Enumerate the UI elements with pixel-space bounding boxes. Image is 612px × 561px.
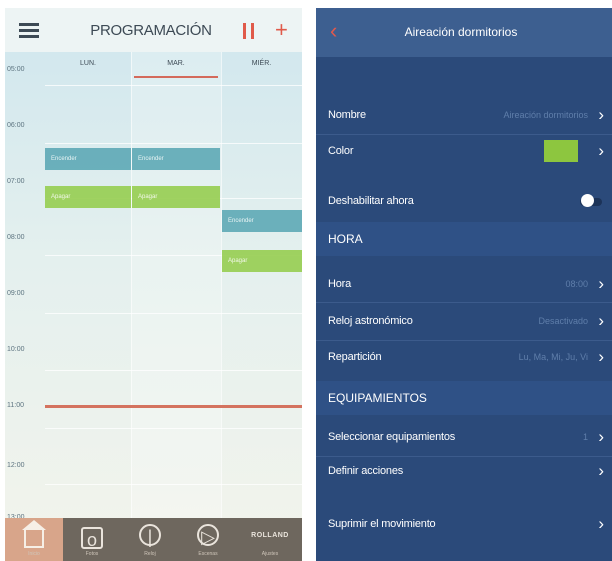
back-chevron-icon[interactable]: ‹ bbox=[330, 18, 337, 44]
row-nombre[interactable]: Nombre Aireación dormitorios › bbox=[316, 98, 612, 134]
day-column-mar[interactable]: MAR. bbox=[131, 52, 221, 518]
time-label: 07:00 bbox=[7, 178, 25, 185]
tab-label: Ajustes bbox=[261, 551, 279, 557]
schedule-event[interactable]: Apagar bbox=[132, 186, 220, 208]
hamburger-menu-icon[interactable] bbox=[19, 23, 39, 38]
section-title: HORA bbox=[328, 232, 363, 246]
hour-gridline bbox=[45, 143, 302, 144]
row-suprimir-movimiento[interactable]: Suprimir el movimiento › bbox=[316, 507, 612, 543]
row-label: Definir acciones bbox=[328, 465, 404, 477]
tab-fotos[interactable]: o Fotos bbox=[63, 518, 121, 561]
time-axis: 05:00 06:00 07:00 08:00 09:00 10:00 11:0… bbox=[5, 52, 45, 521]
time-label: 05:00 bbox=[7, 66, 25, 73]
home-icon-body bbox=[24, 530, 44, 548]
hour-gridline bbox=[45, 484, 302, 485]
header-bar: PROGRAMACIÓN + bbox=[5, 8, 302, 52]
chevron-right-icon: › bbox=[598, 141, 604, 160]
time-label: 09:00 bbox=[7, 290, 25, 297]
tab-label: Reloj bbox=[144, 551, 156, 557]
chevron-right-icon: › bbox=[598, 105, 604, 124]
column-divider bbox=[221, 52, 222, 518]
row-label: Seleccionar equipamientos bbox=[328, 431, 456, 443]
color-swatch[interactable] bbox=[544, 140, 578, 162]
row-value: 08:00 bbox=[565, 279, 588, 289]
chevron-right-icon: › bbox=[598, 274, 604, 293]
add-icon[interactable]: + bbox=[275, 19, 288, 41]
row-value: Aireación dormitorios bbox=[503, 110, 588, 120]
day-column-lun[interactable]: LUN. bbox=[45, 52, 131, 518]
time-label: 06:00 bbox=[7, 122, 25, 129]
current-time-line bbox=[45, 405, 302, 408]
row-label: Hora bbox=[328, 278, 352, 290]
home-icon bbox=[22, 520, 46, 530]
row-hora[interactable]: Hora 08:00 › bbox=[316, 267, 612, 303]
time-label: 11:00 bbox=[7, 402, 24, 409]
clock-icon: | bbox=[139, 524, 161, 547]
row-value: Lu, Ma, Mi, Ju, Vi bbox=[518, 352, 588, 362]
brand-logo: ROLLAND bbox=[251, 532, 289, 539]
day-header[interactable]: MAR. bbox=[131, 60, 221, 67]
tab-label: Inicio bbox=[28, 551, 40, 557]
row-label: Color bbox=[328, 145, 354, 157]
row-deshabilitar: Deshabilitar ahora bbox=[316, 184, 612, 220]
schedule-event[interactable]: Encender bbox=[45, 148, 131, 170]
row-label: Nombre bbox=[328, 109, 366, 121]
selected-day-underline bbox=[134, 76, 218, 78]
header-bar: ‹ Aireación dormitorios bbox=[316, 8, 612, 57]
day-header[interactable]: LUN. bbox=[45, 60, 131, 67]
row-label: Deshabilitar ahora bbox=[328, 195, 414, 207]
tab-inicio[interactable]: Inicio bbox=[5, 518, 63, 561]
row-color[interactable]: Color › bbox=[316, 134, 612, 170]
row-label: Repartición bbox=[328, 351, 382, 363]
schedule-event[interactable]: Encender bbox=[222, 210, 302, 232]
day-header[interactable]: MIÉR. bbox=[221, 60, 302, 67]
section-title: EQUIPAMIENTOS bbox=[328, 391, 427, 405]
tab-reloj[interactable]: | Reloj bbox=[121, 518, 179, 561]
section-header-equipamientos: EQUIPAMIENTOS bbox=[316, 381, 612, 415]
hour-gridline bbox=[45, 85, 302, 86]
row-label: Suprimir el movimiento bbox=[328, 518, 436, 530]
programacion-screen: PROGRAMACIÓN + 05:00 06:00 07:00 08:00 0… bbox=[5, 8, 302, 561]
schedule-event[interactable]: Encender bbox=[132, 148, 220, 170]
row-divider bbox=[316, 302, 612, 303]
play-icon: ▷ bbox=[197, 524, 219, 547]
toggle-knob[interactable] bbox=[581, 194, 594, 207]
row-definir-acciones[interactable]: Definir acciones › bbox=[316, 454, 612, 490]
row-value: Desactivado bbox=[538, 316, 588, 326]
camera-icon: o bbox=[81, 527, 103, 550]
schedule-event[interactable]: Apagar bbox=[45, 186, 131, 208]
page-title: Aireación dormitorios bbox=[404, 25, 518, 39]
tab-ajustes[interactable]: ROLLAND Ajustes bbox=[241, 518, 299, 561]
pause-icon[interactable] bbox=[243, 23, 255, 39]
day-column-mier[interactable]: MIÉR. bbox=[221, 52, 302, 518]
chevron-right-icon: › bbox=[598, 347, 604, 366]
row-reloj-astronomico[interactable]: Reloj astronómico Desactivado › bbox=[316, 304, 612, 340]
hour-gridline bbox=[45, 313, 302, 314]
tab-bar: Inicio o Fotos | Reloj ▷ Escenas ROLLAND… bbox=[5, 518, 302, 561]
days-grid: LUN. MAR. MIÉR. bbox=[45, 52, 302, 518]
hour-gridline bbox=[45, 428, 302, 429]
tab-label: Escenas bbox=[198, 551, 218, 557]
tab-label: Fotos bbox=[85, 551, 99, 557]
edit-program-screen: ‹ Aireación dormitorios Nombre Aireación… bbox=[316, 8, 612, 561]
time-label: 08:00 bbox=[7, 234, 25, 241]
hour-gridline bbox=[45, 370, 302, 371]
chevron-right-icon: › bbox=[598, 427, 604, 446]
chevron-right-icon: › bbox=[598, 514, 604, 533]
row-value: 1 bbox=[582, 432, 588, 442]
column-divider bbox=[131, 52, 132, 518]
screenshot-pair: PROGRAMACIÓN + 05:00 06:00 07:00 08:00 0… bbox=[0, 0, 612, 561]
section-header-hora: HORA bbox=[316, 222, 612, 256]
tab-escenas[interactable]: ▷ Escenas bbox=[179, 518, 237, 561]
row-seleccionar-equipamientos[interactable]: Seleccionar equipamientos 1 › bbox=[316, 420, 612, 456]
schedule-event[interactable]: Apagar bbox=[222, 250, 302, 272]
row-label: Reloj astronómico bbox=[328, 315, 413, 327]
page-title: PROGRAMACIÓN bbox=[90, 22, 212, 39]
row-reparticion[interactable]: Repartición Lu, Ma, Mi, Ju, Vi › bbox=[316, 340, 612, 376]
time-label: 12:00 bbox=[7, 462, 25, 469]
time-label: 10:00 bbox=[7, 346, 25, 353]
chevron-right-icon: › bbox=[598, 461, 604, 480]
chevron-right-icon: › bbox=[598, 311, 604, 330]
